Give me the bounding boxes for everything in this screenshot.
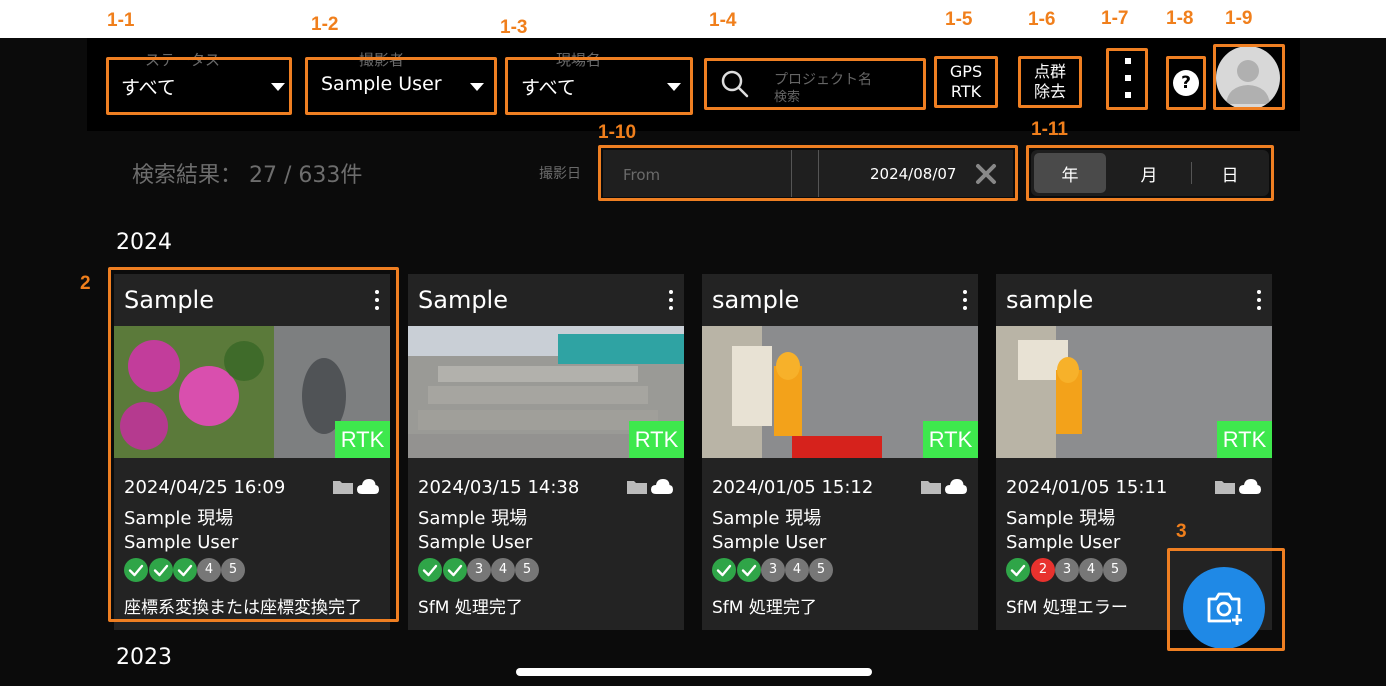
highlight-1-10: [598, 145, 1018, 201]
card-storage-icons: [920, 478, 967, 496]
card-site-name: Sample 現場: [712, 508, 822, 529]
checkmark-icon: [1010, 564, 1026, 577]
card-datetime: 2024/01/05 15:11: [1006, 477, 1168, 498]
project-card[interactable]: sample RTK 2024/01/05 15:12 Sample 現場 Sample…: [702, 274, 978, 630]
highlight-2: [108, 267, 399, 622]
annotation-1-2: 1-2: [311, 14, 339, 35]
year-header-2024: 2024: [116, 230, 172, 255]
home-indicator: [516, 668, 872, 676]
progress-step: 4: [1079, 558, 1103, 582]
progress-step: 2: [1031, 558, 1055, 582]
annotation-1-6: 1-6: [1028, 9, 1056, 30]
card-storage-icons: [1214, 478, 1261, 496]
annotation-1-4: 1-4: [709, 10, 737, 31]
card-status-text: SfM 処理エラー: [1006, 598, 1128, 618]
progress-step: [737, 558, 761, 582]
cloud-icon: [945, 479, 967, 494]
project-thumbnail[interactable]: RTK: [996, 326, 1272, 458]
progress-step: 5: [1103, 558, 1127, 582]
checkmark-icon: [741, 564, 757, 577]
annotation-1-9: 1-9: [1225, 8, 1253, 29]
step-number: 3: [1062, 562, 1072, 577]
step-number: 5: [1110, 562, 1120, 577]
highlight-1-2: [305, 57, 497, 115]
annotation-1-7: 1-7: [1101, 8, 1129, 29]
year-header-2023: 2023: [116, 645, 172, 670]
more-vertical-icon[interactable]: [1252, 290, 1266, 312]
search-results-count: 検索結果： 27 / 633件: [132, 163, 363, 188]
card-site-name: Sample 現場: [1006, 508, 1116, 529]
card-datetime: 2024/01/05 15:12: [712, 477, 874, 498]
highlight-1-3: [505, 57, 693, 115]
checkmark-icon: [422, 564, 438, 577]
progress-step: [712, 558, 736, 582]
annotation-1-10: 1-10: [598, 122, 637, 143]
project-thumbnail[interactable]: RTK: [702, 326, 978, 458]
folder-icon: [1215, 481, 1235, 494]
card-site-name: Sample 現場: [418, 508, 528, 529]
annotation-1-1: 1-1: [107, 10, 135, 31]
card-status-text: SfM 処理完了: [418, 598, 523, 618]
step-number: 4: [498, 562, 508, 577]
step-number: 3: [768, 562, 778, 577]
step-number: 5: [522, 562, 532, 577]
progress-step: [1006, 558, 1030, 582]
annotation-1-8: 1-8: [1166, 8, 1194, 29]
checkmark-icon: [716, 564, 732, 577]
step-number: 5: [816, 562, 826, 577]
highlight-3: [1167, 548, 1285, 651]
progress-step: 4: [491, 558, 515, 582]
rtk-badge: RTK: [923, 421, 978, 458]
card-title: sample: [1006, 286, 1094, 314]
card-title: Sample: [418, 286, 508, 314]
annotation-1-11: 1-11: [1031, 119, 1068, 140]
highlight-1-7: [1106, 48, 1148, 110]
folder-icon: [921, 481, 941, 494]
project-card[interactable]: Sample RTK 2024/03/15 14:38 Sample 現場 Sample…: [408, 274, 684, 630]
card-title: sample: [712, 286, 800, 314]
annotation-2: 2: [80, 273, 91, 294]
highlight-1-11: [1026, 145, 1274, 201]
more-vertical-icon[interactable]: [958, 290, 972, 312]
annotation-1-5: 1-5: [945, 9, 973, 30]
highlight-1-1: [106, 57, 292, 115]
cloud-icon: [1239, 479, 1261, 494]
progress-step: 3: [467, 558, 491, 582]
step-number: 2: [1038, 562, 1048, 577]
card-storage-icons: [626, 478, 673, 496]
step-number: 3: [474, 562, 484, 577]
rtk-badge: RTK: [629, 421, 684, 458]
annotation-3: 3: [1176, 521, 1187, 542]
annotation-1-3: 1-3: [500, 17, 528, 38]
progress-step: 4: [785, 558, 809, 582]
folder-icon: [627, 481, 647, 494]
progress-step: 5: [809, 558, 833, 582]
highlight-1-5: [934, 56, 998, 108]
card-datetime: 2024/03/15 14:38: [418, 477, 580, 498]
progress-step: 5: [515, 558, 539, 582]
highlight-1-9: [1213, 44, 1285, 110]
highlight-1-4: [704, 58, 926, 110]
more-vertical-icon[interactable]: [664, 290, 678, 312]
project-thumbnail[interactable]: RTK: [408, 326, 684, 458]
highlight-1-6: [1018, 56, 1082, 108]
step-number: 4: [792, 562, 802, 577]
card-status-text: SfM 処理完了: [712, 598, 817, 618]
checkmark-icon: [447, 564, 463, 577]
card-user-name: Sample User: [1006, 532, 1121, 553]
progress-step: 3: [761, 558, 785, 582]
cloud-icon: [651, 479, 673, 494]
step-number: 4: [1086, 562, 1096, 577]
card-user-name: Sample User: [418, 532, 533, 553]
shoot-date-label: 撮影日: [539, 166, 581, 182]
progress-step: [443, 558, 467, 582]
highlight-1-8: [1166, 56, 1206, 110]
progress-step: [418, 558, 442, 582]
card-user-name: Sample User: [712, 532, 827, 553]
progress-step: 3: [1055, 558, 1079, 582]
rtk-badge: RTK: [1217, 421, 1272, 458]
